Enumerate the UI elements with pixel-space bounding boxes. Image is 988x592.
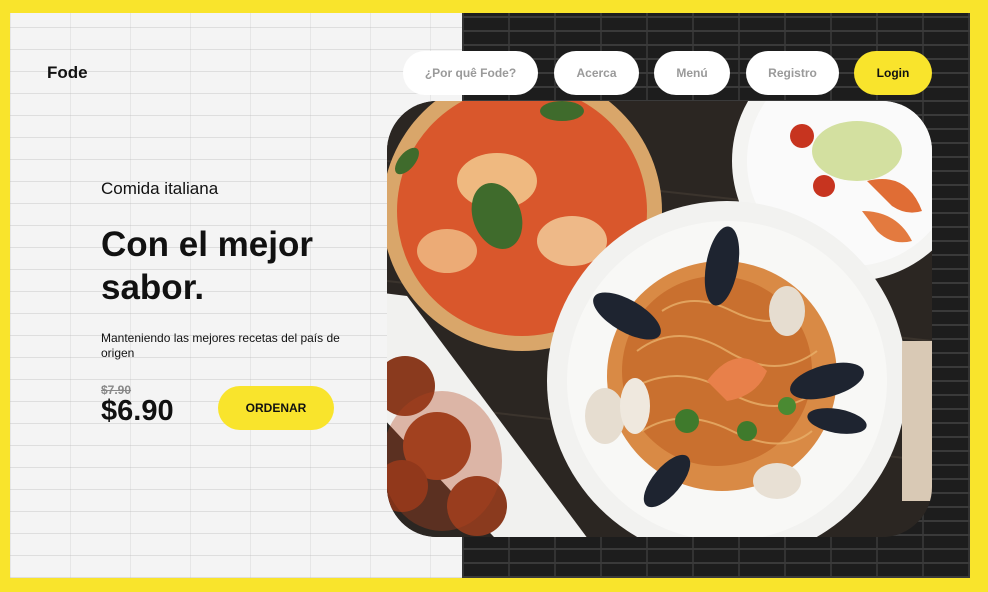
order-button[interactable]: ORDENAR — [218, 386, 334, 430]
hero-frame: Fode ¿Por quê Fode? Acerca Menú Registro… — [10, 13, 970, 578]
login-button[interactable]: Login — [854, 51, 932, 95]
food-photo — [387, 101, 932, 537]
hero-headline: Con el mejor sabor. — [101, 223, 381, 309]
brand-logo[interactable]: Fode — [47, 63, 88, 83]
hero-description: Manteniendo las mejores recetas del país… — [101, 331, 340, 360]
hero-kicker: Comida italiana — [101, 179, 219, 198]
food-illustration — [387, 101, 932, 537]
nav-registro[interactable]: Registro — [746, 51, 839, 95]
nav-menu[interactable]: Menú — [654, 51, 730, 95]
napkin — [902, 341, 932, 501]
headline-line-2: sabor. — [101, 268, 205, 307]
headline-line-1: Con el mejor — [101, 225, 313, 264]
nav-why-fode[interactable]: ¿Por quê Fode? — [403, 51, 538, 95]
nav-acerca[interactable]: Acerca — [554, 51, 639, 95]
current-price: $6.90 — [101, 395, 174, 427]
